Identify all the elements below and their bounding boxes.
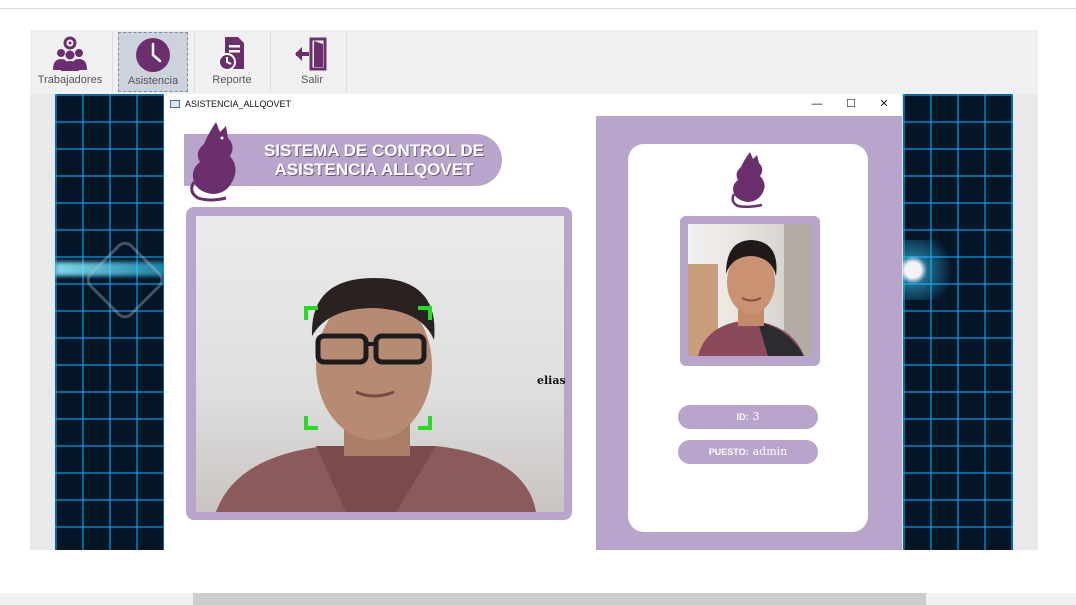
wallpaper-glow	[903, 240, 1013, 300]
asistencia-button[interactable]: Asistencia	[118, 32, 188, 92]
allqovet-logo-small-icon	[731, 152, 765, 208]
camera-frame	[186, 207, 572, 520]
employee-portrait-image	[688, 224, 812, 356]
reporte-label: Reporte	[212, 74, 252, 86]
toolbar-separator	[194, 32, 195, 92]
top-divider	[0, 8, 1076, 9]
minimize-button[interactable]: —	[808, 96, 826, 112]
trabajadores-button[interactable]: Trabajadores	[35, 32, 105, 92]
clock-icon	[136, 38, 170, 72]
window-title: ASISTENCIA_ALLQOVET	[185, 99, 292, 109]
window-app-icon	[170, 100, 180, 108]
detected-name-label: elias	[537, 374, 566, 387]
webcam-feed	[196, 216, 564, 512]
id-value: 3	[752, 410, 760, 423]
toolbar-separator	[270, 32, 271, 92]
allqovet-logo-icon	[190, 122, 236, 202]
background-wallpaper-right	[903, 94, 1013, 550]
users-gear-icon	[53, 36, 87, 71]
background-wallpaper-left	[55, 94, 165, 550]
reporte-button[interactable]: Reporte	[197, 32, 267, 92]
toolbar-separator	[346, 32, 347, 92]
employee-id-field: ID: 3	[678, 405, 818, 429]
salir-label: Salir	[300, 74, 323, 86]
banner-line-1: SISTEMA DE CONTROL DE	[263, 141, 485, 160]
report-icon	[218, 37, 244, 71]
attendance-window: ASISTENCIA_ALLQOVET — ☐ ✕ SISTEMA DE CON…	[164, 94, 902, 550]
id-label: ID:	[736, 412, 749, 422]
exit-door-icon	[295, 37, 327, 71]
close-button[interactable]: ✕	[875, 96, 893, 112]
main-toolbar: Trabajadores Asistencia Reporte Salir	[30, 30, 1038, 94]
toolbar-separator	[112, 32, 113, 92]
banner-title: SISTEMA DE CONTROL DE ASISTENCIA ALLQOVE…	[254, 141, 494, 179]
employee-panel: ID: 3 PUESTO: admin	[596, 116, 902, 550]
webcam-person-image	[216, 278, 536, 512]
asistencia-label: Asistencia	[127, 75, 179, 87]
salir-button[interactable]: Salir	[277, 32, 347, 92]
employee-card: ID: 3 PUESTO: admin	[628, 144, 868, 532]
employee-photo	[688, 224, 812, 356]
banner-line-2: ASISTENCIA ALLQOVET	[274, 160, 474, 179]
maximize-button[interactable]: ☐	[842, 96, 860, 112]
puesto-value: admin	[752, 445, 788, 458]
employee-photo-frame	[680, 216, 820, 366]
employee-puesto-field: PUESTO: admin	[678, 440, 818, 464]
puesto-label: PUESTO:	[708, 447, 749, 457]
scrollbar-thumb[interactable]	[193, 593, 926, 605]
trabajadores-label: Trabajadores	[37, 74, 103, 86]
window-titlebar[interactable]: ASISTENCIA_ALLQOVET — ☐ ✕	[164, 94, 902, 114]
